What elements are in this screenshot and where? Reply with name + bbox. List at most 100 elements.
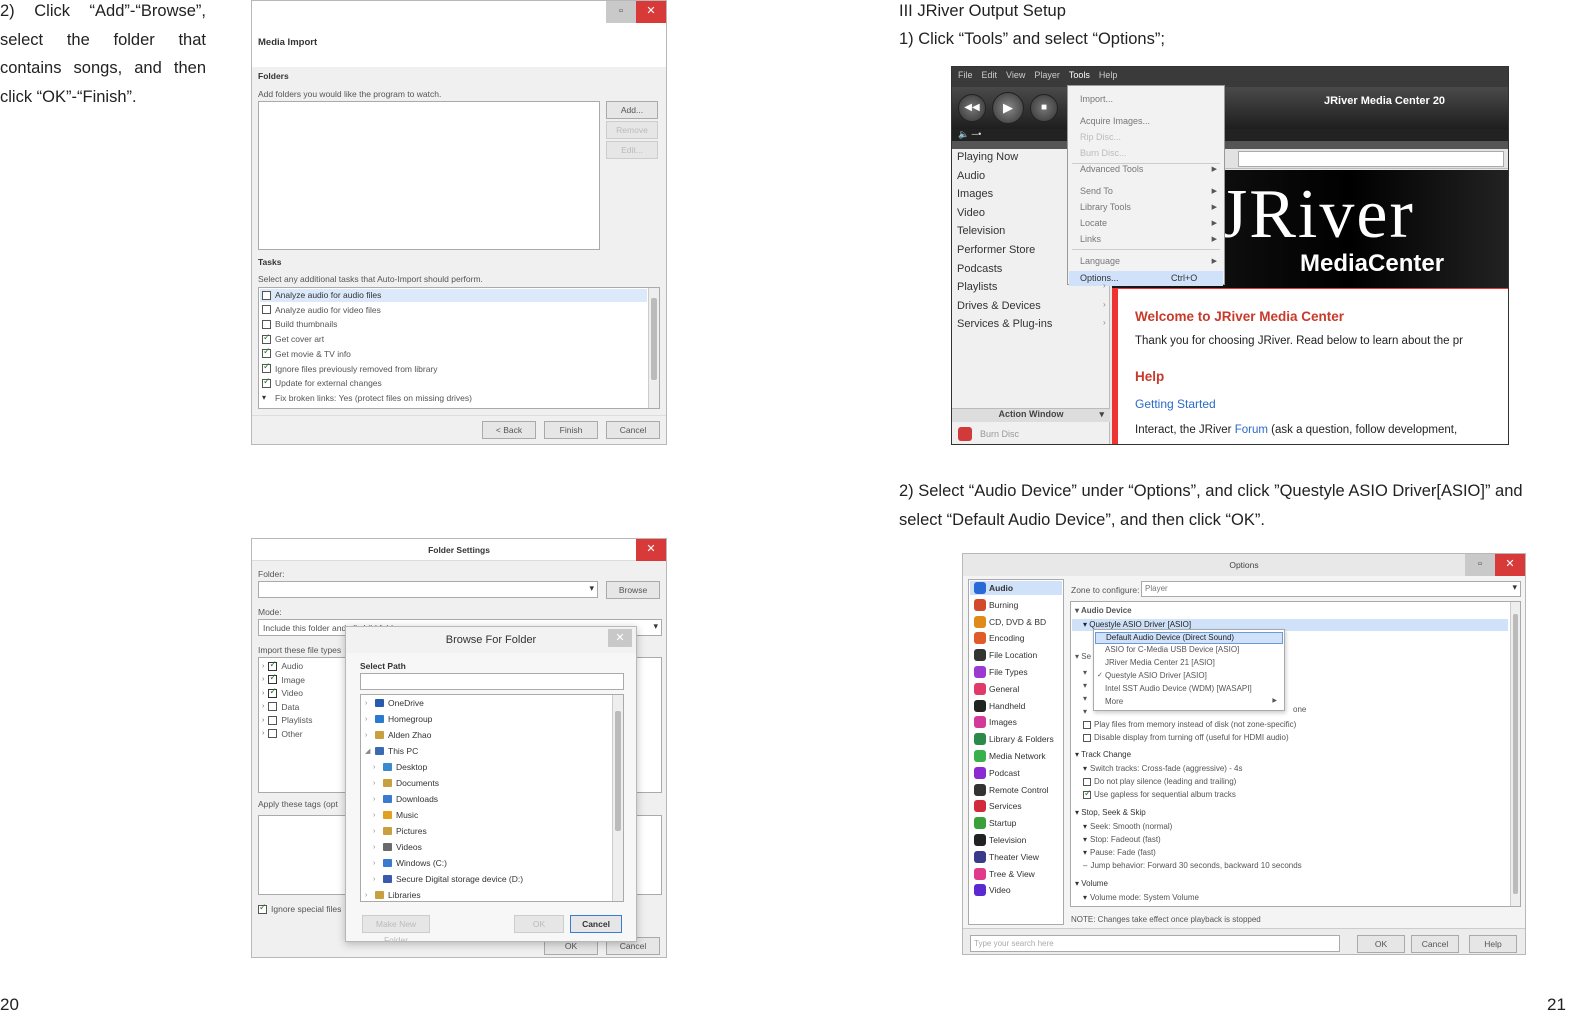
- file-type-checkbox[interactable]: [268, 702, 278, 711]
- getting-started-link[interactable]: Getting Started: [1135, 397, 1216, 411]
- options-category[interactable]: Television: [974, 834, 1026, 846]
- nav-item-podcasts[interactable]: Podcasts: [957, 263, 1002, 275]
- options-category[interactable]: General: [974, 682, 1019, 695]
- expand-icon[interactable]: ›: [365, 892, 371, 899]
- options-category[interactable]: Video: [974, 884, 1011, 897]
- nav-item-audio[interactable]: Audio: [957, 170, 985, 182]
- options-category[interactable]: Audio: [974, 582, 1013, 594]
- close-icon[interactable]: ✕: [608, 629, 632, 647]
- settings-option[interactable]: ▾ Stop: Fadeout (fast): [1083, 835, 1161, 844]
- stop-button[interactable]: ■: [1030, 94, 1058, 122]
- close-icon[interactable]: ✕: [636, 539, 666, 561]
- file-type-checkbox[interactable]: [268, 659, 278, 671]
- nav-item-playlists[interactable]: Playlists ›: [957, 281, 1106, 293]
- settings-option[interactable]: ▾ Volume mode: System Volume: [1083, 893, 1199, 902]
- expand-icon[interactable]: ›: [373, 780, 379, 787]
- options-category[interactable]: Library & Folders: [974, 733, 1054, 746]
- options-category[interactable]: CD, DVD & BD: [974, 615, 1046, 628]
- settings-option[interactable]: ▾ Switch tracks: Cross-fade (aggressive) …: [1083, 764, 1243, 773]
- options-category[interactable]: Images: [974, 716, 1017, 729]
- settings-option[interactable]: ▾ Pause: Fade (fast): [1083, 848, 1156, 857]
- options-category[interactable]: Remote Control: [974, 783, 1049, 796]
- setting-checkbox[interactable]: [1083, 777, 1091, 786]
- task-item[interactable]: ▾ Fix broken links: Yes (protect files on…: [262, 393, 472, 403]
- cancel-button[interactable]: Cancel: [606, 421, 660, 439]
- folders-list[interactable]: [258, 101, 600, 250]
- expand-icon[interactable]: ›: [373, 796, 379, 803]
- options-category[interactable]: Handheld: [974, 699, 1025, 712]
- expand-icon[interactable]: ›: [262, 690, 264, 697]
- make-new-folder-button[interactable]: Make New Folder: [362, 915, 430, 941]
- nav-item-playing-now[interactable]: Playing Now: [957, 151, 1018, 163]
- selected-device[interactable]: ▾ Questyle ASIO Driver [ASIO]: [1083, 620, 1191, 629]
- task-item[interactable]: Analyze audio for video files: [262, 305, 381, 315]
- tools-menu-item[interactable]: Send To ▶: [1069, 184, 1223, 199]
- expand-icon[interactable]: ›: [373, 860, 379, 867]
- select-path-input[interactable]: [360, 673, 624, 690]
- nav-item-drives-devices[interactable]: Drives & Devices ›: [957, 300, 1106, 312]
- tools-menu-item[interactable]: Burn Disc...: [1069, 146, 1223, 161]
- search-box[interactable]: [1238, 151, 1504, 167]
- options-category[interactable]: Burning: [974, 598, 1018, 611]
- finish-button[interactable]: Finish: [544, 421, 598, 439]
- file-type-checkbox[interactable]: [268, 729, 278, 738]
- zone-select[interactable]: Player ▾: [1141, 581, 1521, 597]
- nav-item-television[interactable]: Television: [957, 225, 1005, 237]
- nav-item-video[interactable]: Video: [957, 207, 985, 219]
- tree-item[interactable]: › Pictures: [373, 826, 427, 836]
- expand-icon[interactable]: ›: [262, 663, 264, 670]
- file-type-checkbox[interactable]: [268, 672, 278, 684]
- forum-link[interactable]: Forum: [1235, 424, 1268, 436]
- expand-icon[interactable]: ›: [262, 676, 264, 683]
- expand-icon[interactable]: ›: [262, 703, 264, 710]
- tree-item[interactable]: › Documents: [373, 778, 439, 788]
- menu-file[interactable]: File: [958, 70, 973, 80]
- tree-item[interactable]: › Homegroup: [365, 714, 432, 724]
- file-type-item[interactable]: › Audio: [262, 659, 303, 672]
- tree-item[interactable]: › Videos: [373, 842, 422, 852]
- folder-input[interactable]: ▾: [258, 581, 598, 598]
- tree-item[interactable]: › Downloads: [373, 794, 438, 804]
- file-type-item[interactable]: › Playlists: [262, 715, 313, 725]
- expand-icon[interactable]: ›: [373, 828, 379, 835]
- tools-menu-item[interactable]: Locate ▶: [1069, 216, 1223, 231]
- settings-group-heading[interactable]: ▾ Stop, Seek & Skip: [1075, 808, 1146, 817]
- setting-checkbox[interactable]: [1083, 720, 1091, 729]
- tools-menu-item[interactable]: Advanced Tools ▶: [1069, 162, 1223, 177]
- tools-menu-item[interactable]: Language ▶: [1069, 254, 1223, 269]
- expand-icon[interactable]: ›: [365, 716, 371, 723]
- task-checkbox[interactable]: [262, 319, 271, 329]
- file-type-checkbox[interactable]: [268, 686, 278, 698]
- tasks-list[interactable]: Analyze audio for audio files Analyze aud…: [258, 287, 660, 409]
- expand-icon[interactable]: ›: [373, 876, 379, 883]
- tools-menu-item[interactable]: Rip Disc...: [1069, 130, 1223, 145]
- edit-button[interactable]: Edit...: [606, 141, 658, 159]
- back-button[interactable]: < Back: [482, 421, 536, 439]
- device-option[interactable]: ✓ Questyle ASIO Driver [ASIO]: [1095, 671, 1283, 683]
- setting-checkbox[interactable]: [1083, 788, 1092, 799]
- settings-option[interactable]: Disable display from turning off (useful…: [1083, 733, 1289, 742]
- options-scrollbar[interactable]: [1510, 602, 1520, 906]
- task-checkbox[interactable]: [262, 305, 271, 315]
- tools-menu-item[interactable]: Library Tools ▶: [1069, 200, 1223, 215]
- file-type-item[interactable]: › Video: [262, 686, 303, 699]
- task-item[interactable]: Get cover art: [262, 332, 324, 344]
- settings-option[interactable]: Use gapless for sequential album tracks: [1083, 788, 1236, 799]
- file-type-item[interactable]: › Image: [262, 672, 305, 685]
- tasks-scrollbar[interactable]: [648, 288, 659, 408]
- device-option[interactable]: Default Audio Device (Direct Sound): [1095, 632, 1283, 644]
- task-item[interactable]: Ignore files previously removed from lib…: [262, 361, 438, 374]
- action-window-header[interactable]: Action Window ▾: [952, 408, 1110, 422]
- tree-item[interactable]: › Libraries: [365, 890, 421, 900]
- options-category[interactable]: Media Network: [974, 750, 1046, 762]
- expand-icon[interactable]: ›: [373, 844, 379, 851]
- settings-option[interactable]: – Jump behavior: Forward 30 seconds, back…: [1083, 861, 1302, 870]
- task-item[interactable]: Build thumbnails: [262, 319, 337, 329]
- tools-menu-item[interactable]: Acquire Images...: [1069, 114, 1223, 129]
- options-category[interactable]: Podcast: [974, 766, 1020, 779]
- task-checkbox[interactable]: [262, 361, 271, 373]
- settings-option[interactable]: Do not play silence (leading and trailin…: [1083, 777, 1236, 786]
- nav-item-images[interactable]: Images: [957, 188, 993, 200]
- setting-checkbox[interactable]: [1083, 733, 1091, 742]
- close-icon[interactable]: ✕: [1495, 554, 1525, 576]
